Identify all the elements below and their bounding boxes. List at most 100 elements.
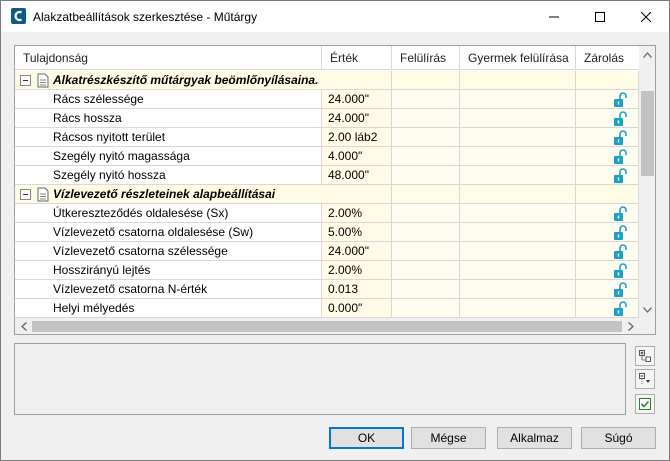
lock-cell[interactable]	[576, 90, 639, 109]
checkbox-toggle-button[interactable]	[635, 394, 655, 414]
property-cell[interactable]: Útkereszteződés oldalesése (Sx)	[15, 204, 322, 223]
help-button[interactable]: Súgó	[581, 427, 656, 449]
lock-cell[interactable]	[576, 166, 639, 185]
collapse-all-button[interactable]	[635, 369, 655, 389]
unlocked-padlock-icon[interactable]	[613, 149, 627, 165]
table-row[interactable]: Rács szélessége 24.000"	[15, 90, 639, 109]
column-header-value[interactable]: Érték	[322, 46, 392, 70]
column-header-override[interactable]: Felülírás	[392, 46, 460, 70]
child-override-cell[interactable]	[460, 204, 576, 223]
lock-cell[interactable]	[576, 242, 639, 261]
scroll-down-arrow[interactable]	[639, 301, 655, 318]
value-cell[interactable]: 24.000"	[322, 109, 392, 128]
apply-button[interactable]: Alkalmaz	[497, 427, 572, 449]
unlocked-padlock-icon[interactable]	[613, 168, 627, 184]
unlocked-padlock-icon[interactable]	[613, 263, 627, 279]
collapse-toggle[interactable]	[20, 75, 31, 86]
lock-cell[interactable]	[576, 299, 639, 318]
minimize-button[interactable]	[531, 1, 577, 32]
override-cell[interactable]	[392, 242, 460, 261]
child-override-cell[interactable]	[460, 242, 576, 261]
override-cell[interactable]	[392, 109, 460, 128]
unlocked-padlock-icon[interactable]	[613, 111, 627, 127]
value-cell[interactable]	[322, 185, 392, 204]
property-cell[interactable]: Vízlevezető csatorna N-érték	[15, 280, 322, 299]
cancel-button[interactable]: Mégse	[411, 427, 486, 449]
property-cell[interactable]: Hosszirányú lejtés	[15, 261, 322, 280]
value-cell[interactable]: 24.000"	[322, 90, 392, 109]
lock-cell[interactable]	[576, 71, 639, 90]
value-cell[interactable]: 4.000"	[322, 147, 392, 166]
override-cell[interactable]	[392, 147, 460, 166]
maximize-button[interactable]	[577, 1, 623, 32]
lock-cell[interactable]	[576, 185, 639, 204]
ok-button[interactable]: OK	[329, 427, 404, 449]
child-override-cell[interactable]	[460, 261, 576, 280]
override-cell[interactable]	[392, 90, 460, 109]
unlocked-padlock-icon[interactable]	[613, 206, 627, 222]
lock-cell[interactable]	[576, 223, 639, 242]
lock-cell[interactable]	[576, 261, 639, 280]
value-cell[interactable]: 0.013	[322, 280, 392, 299]
value-cell[interactable]	[322, 71, 392, 90]
value-cell[interactable]: 5.00%	[322, 223, 392, 242]
child-override-cell[interactable]	[460, 90, 576, 109]
child-override-cell[interactable]	[460, 71, 576, 90]
table-row[interactable]: Vízlevezető csatorna N-érték 0.013	[15, 280, 639, 299]
override-cell[interactable]	[392, 71, 460, 90]
unlocked-padlock-icon[interactable]	[613, 301, 627, 317]
table-row[interactable]: Vízlevezető csatorna szélessége 24.000"	[15, 242, 639, 261]
property-cell[interactable]: Szegély nyitó magassága	[15, 147, 322, 166]
horizontal-scroll-thumb[interactable]	[32, 321, 622, 332]
child-override-cell[interactable]	[460, 128, 576, 147]
child-override-cell[interactable]	[460, 185, 576, 204]
horizontal-scrollbar[interactable]	[15, 318, 639, 334]
table-row[interactable]: Helyi mélyedés 0.000"	[15, 299, 639, 318]
lock-cell[interactable]	[576, 204, 639, 223]
unlocked-padlock-icon[interactable]	[613, 225, 627, 241]
table-row[interactable]: Szegély nyitó magassága 4.000"	[15, 147, 639, 166]
value-cell[interactable]: 48.000"	[322, 166, 392, 185]
property-cell[interactable]: Szegély nyitó hossza	[15, 166, 322, 185]
child-override-cell[interactable]	[460, 166, 576, 185]
child-override-cell[interactable]	[460, 223, 576, 242]
unlocked-padlock-icon[interactable]	[613, 92, 627, 108]
property-cell[interactable]: Rács szélessége	[15, 90, 322, 109]
child-override-cell[interactable]	[460, 299, 576, 318]
expand-all-button[interactable]	[635, 346, 655, 366]
table-row[interactable]: Vízlevezető csatorna oldalesése (Sw) 5.00…	[15, 223, 639, 242]
child-override-cell[interactable]	[460, 109, 576, 128]
vertical-scrollbar[interactable]	[639, 46, 655, 318]
close-button[interactable]	[623, 1, 669, 32]
override-cell[interactable]	[392, 166, 460, 185]
value-cell[interactable]: 2.00%	[322, 204, 392, 223]
collapse-toggle[interactable]	[20, 189, 31, 200]
lock-cell[interactable]	[576, 147, 639, 166]
table-row[interactable]: Útkereszteződés oldalesése (Sx) 2.00%	[15, 204, 639, 223]
vertical-scroll-thumb[interactable]	[641, 91, 654, 176]
override-cell[interactable]	[392, 280, 460, 299]
override-cell[interactable]	[392, 128, 460, 147]
lock-cell[interactable]	[576, 109, 639, 128]
column-header-property[interactable]: Tulajdonság	[15, 46, 322, 70]
override-cell[interactable]	[392, 299, 460, 318]
table-row[interactable]: Rácsos nyitott terület 2.00 láb2	[15, 128, 639, 147]
property-cell[interactable]: Vízlevezető csatorna szélessége	[15, 242, 322, 261]
unlocked-padlock-icon[interactable]	[613, 282, 627, 298]
column-header-child-override[interactable]: Gyermek felülírása	[460, 46, 576, 70]
child-override-cell[interactable]	[460, 147, 576, 166]
override-cell[interactable]	[392, 223, 460, 242]
title-bar[interactable]: Alakzatbeállítások szerkesztése - Műtárg…	[1, 1, 669, 32]
value-cell[interactable]: 2.00%	[322, 261, 392, 280]
property-cell[interactable]: Vízlevezető csatorna oldalesése (Sw)	[15, 223, 322, 242]
table-row[interactable]: Hosszirányú lejtés 2.00%	[15, 261, 639, 280]
table-row[interactable]: Rács hossza 24.000"	[15, 109, 639, 128]
override-cell[interactable]	[392, 204, 460, 223]
unlocked-padlock-icon[interactable]	[613, 130, 627, 146]
unlocked-padlock-icon[interactable]	[613, 244, 627, 260]
child-override-cell[interactable]	[460, 280, 576, 299]
category-row[interactable]: Alkatrészkészítő műtárgyak beömlőnyílása…	[15, 71, 639, 90]
category-row[interactable]: Vízlevezető részleteinek alapbeállításai	[15, 185, 639, 204]
property-cell[interactable]: Vízlevezető részleteinek alapbeállításai	[15, 185, 322, 204]
scroll-up-arrow[interactable]	[639, 46, 655, 63]
